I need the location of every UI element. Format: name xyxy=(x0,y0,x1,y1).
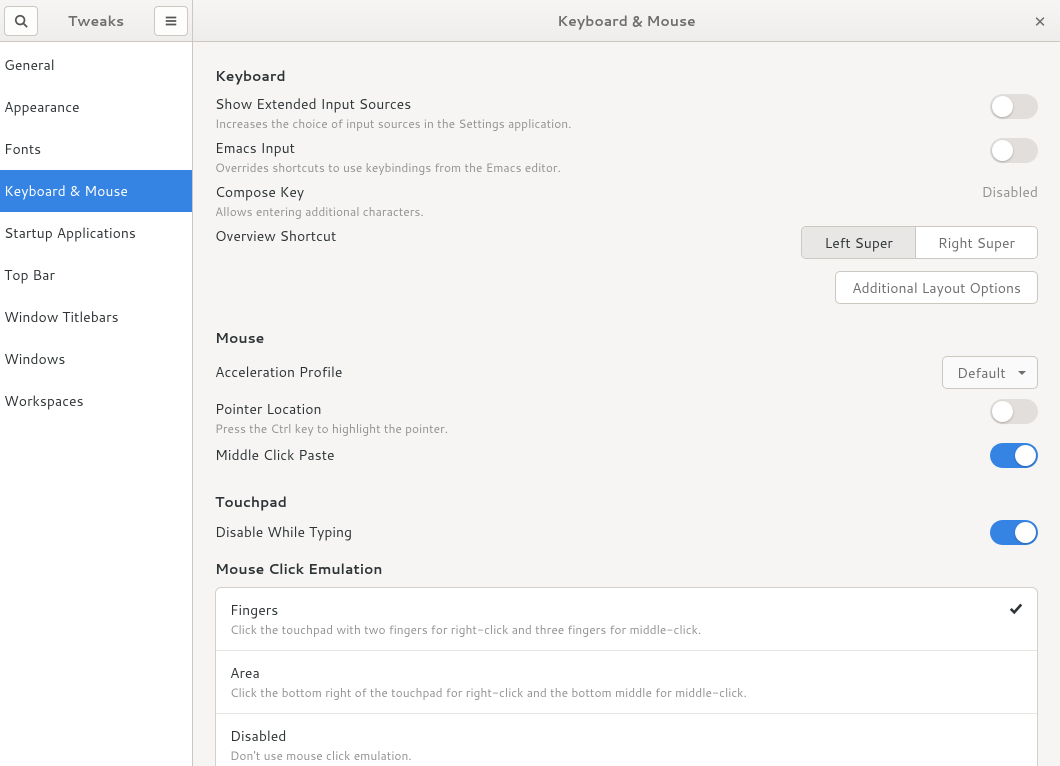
titlebar-left: Tweaks xyxy=(0,0,193,41)
additional-layout-label: Additional Layout Options xyxy=(852,278,1021,298)
pointer-location-label: Pointer Location xyxy=(215,399,978,419)
content: Keyboard Show Extended Input Sources Inc… xyxy=(193,42,1060,766)
compose-key-desc: Allows entering additional characters. xyxy=(215,203,970,220)
overview-shortcut-label: Overview Shortcut xyxy=(215,226,789,246)
emulation-option-desc: Click the bottom right of the touchpad f… xyxy=(230,684,1023,701)
sidebar-item-startup-applications[interactable]: Startup Applications xyxy=(0,212,192,254)
close-button[interactable]: ✕ xyxy=(1020,0,1060,42)
sidebar-item-appearance[interactable]: Appearance xyxy=(0,86,192,128)
row-acceleration-profile: Acceleration Profile Default xyxy=(215,356,1038,389)
row-compose-key: Compose Key Allows entering additional c… xyxy=(215,182,1038,220)
keyboard-heading: Keyboard xyxy=(215,66,1038,86)
extended-input-desc: Increases the choice of input sources in… xyxy=(215,115,978,132)
extended-input-toggle[interactable] xyxy=(990,94,1038,119)
titlebar-right: Keyboard & Mouse ✕ xyxy=(193,0,1060,41)
emulation-option-fingers[interactable]: Fingers Click the touchpad with two fing… xyxy=(216,588,1037,651)
row-pointer-location: Pointer Location Press the Ctrl key to h… xyxy=(215,399,1038,437)
touchpad-heading: Touchpad xyxy=(215,492,1038,512)
sidebar-item-keyboard-mouse[interactable]: Keyboard & Mouse xyxy=(0,170,192,212)
sidebar-item-label: Startup Applications xyxy=(4,223,136,243)
sidebar-item-label: General xyxy=(4,55,55,75)
sidebar-item-windows[interactable]: Windows xyxy=(0,338,192,380)
close-icon: ✕ xyxy=(1034,11,1047,32)
pointer-location-desc: Press the Ctrl key to highlight the poin… xyxy=(215,420,978,437)
disable-while-typing-toggle[interactable] xyxy=(990,520,1038,545)
acceleration-profile-value: Default xyxy=(957,363,1006,383)
search-icon xyxy=(14,14,28,28)
acceleration-profile-label: Acceleration Profile xyxy=(215,362,930,382)
page-title: Keyboard & Mouse xyxy=(557,11,695,31)
acceleration-profile-dropdown[interactable]: Default xyxy=(942,356,1038,389)
emulation-option-area[interactable]: Area Click the bottom right of the touch… xyxy=(216,651,1037,714)
emacs-input-label: Emacs Input xyxy=(215,138,978,158)
overview-right-label: Right Super xyxy=(938,233,1015,253)
disable-while-typing-label: Disable While Typing xyxy=(215,522,978,542)
mouse-click-emulation-list: Fingers Click the touchpad with two fing… xyxy=(215,587,1038,766)
overview-left-label: Left Super xyxy=(824,233,892,253)
row-middle-click-paste: Middle Click Paste xyxy=(215,443,1038,468)
overview-shortcut-segmented: Left Super Right Super xyxy=(801,226,1038,259)
sidebar-item-label: Fonts xyxy=(4,139,41,159)
sidebar-item-fonts[interactable]: Fonts xyxy=(0,128,192,170)
sidebar-item-general[interactable]: General xyxy=(0,44,192,86)
row-emacs-input: Emacs Input Overrides shortcuts to use k… xyxy=(215,138,1038,176)
sidebar-item-label: Windows xyxy=(4,349,65,369)
emulation-option-desc: Click the touchpad with two fingers for … xyxy=(230,621,999,638)
compose-key-value[interactable]: Disabled xyxy=(982,182,1038,202)
emulation-option-title: Disabled xyxy=(230,726,1023,746)
row-disable-while-typing: Disable While Typing xyxy=(215,520,1038,545)
middle-click-paste-toggle[interactable] xyxy=(990,443,1038,468)
row-extended-input: Show Extended Input Sources Increases th… xyxy=(215,94,1038,132)
compose-key-label: Compose Key xyxy=(215,182,970,202)
middle-click-paste-label: Middle Click Paste xyxy=(215,445,978,465)
emulation-option-title: Area xyxy=(230,663,1023,683)
chevron-down-icon xyxy=(1017,368,1027,378)
hamburger-icon xyxy=(164,14,178,28)
sidebar-item-top-bar[interactable]: Top Bar xyxy=(0,254,192,296)
pointer-location-toggle[interactable] xyxy=(990,399,1038,424)
sidebar: General Appearance Fonts Keyboard & Mous… xyxy=(0,42,193,766)
sidebar-item-label: Top Bar xyxy=(4,265,55,285)
mouse-heading: Mouse xyxy=(215,328,1038,348)
search-button[interactable] xyxy=(4,6,38,36)
app-title: Tweaks xyxy=(42,11,150,31)
overview-right-super-button[interactable]: Right Super xyxy=(916,227,1037,258)
menu-button[interactable] xyxy=(154,6,188,36)
mouse-click-emulation-heading: Mouse Click Emulation xyxy=(215,559,1038,579)
sidebar-item-label: Workspaces xyxy=(4,391,84,411)
sidebar-item-label: Keyboard & Mouse xyxy=(4,181,128,201)
emacs-input-desc: Overrides shortcuts to use keybindings f… xyxy=(215,159,978,176)
extended-input-label: Show Extended Input Sources xyxy=(215,94,978,114)
titlebar: Tweaks Keyboard & Mouse ✕ xyxy=(0,0,1060,42)
emulation-option-disabled[interactable]: Disabled Don't use mouse click emulation… xyxy=(216,714,1037,766)
additional-layout-options-button[interactable]: Additional Layout Options xyxy=(835,271,1038,304)
emulation-option-title: Fingers xyxy=(230,600,999,620)
sidebar-item-label: Window Titlebars xyxy=(4,307,119,327)
emacs-input-toggle[interactable] xyxy=(990,138,1038,163)
sidebar-item-label: Appearance xyxy=(4,97,80,117)
sidebar-item-workspaces[interactable]: Workspaces xyxy=(0,380,192,422)
emulation-option-desc: Don't use mouse click emulation. xyxy=(230,747,1023,764)
sidebar-item-window-titlebars[interactable]: Window Titlebars xyxy=(0,296,192,338)
check-icon xyxy=(999,600,1023,620)
overview-left-super-button[interactable]: Left Super xyxy=(802,227,915,258)
row-overview-shortcut: Overview Shortcut Left Super Right Super… xyxy=(215,226,1038,304)
